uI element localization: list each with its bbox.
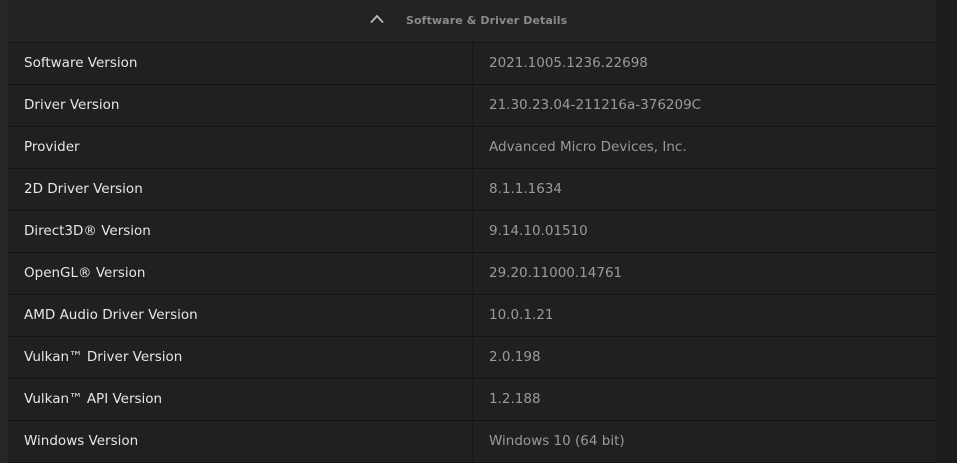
detail-row: Software Version 2021.1005.1236.22698 — [8, 43, 936, 85]
row-value: 29.20.11000.14761 — [489, 265, 623, 281]
detail-row: Vulkan™ Driver Version 2.0.198 — [8, 337, 936, 379]
column-divider — [472, 43, 473, 84]
section-title: Software & Driver Details — [406, 14, 568, 27]
column-divider — [472, 253, 473, 294]
app-window: Software & Driver Details Software Versi… — [0, 0, 957, 463]
column-divider — [472, 211, 473, 252]
row-value: 2021.1005.1236.22698 — [489, 55, 648, 71]
column-divider — [472, 379, 473, 420]
row-label: Software Version — [24, 55, 138, 71]
detail-row: Windows Version Windows 10 (64 bit) — [8, 421, 936, 463]
detail-row: Provider Advanced Micro Devices, Inc. — [8, 127, 936, 169]
row-value: 10.0.1.21 — [489, 307, 554, 323]
column-divider — [472, 421, 473, 462]
column-divider — [472, 85, 473, 126]
detail-row: OpenGL® Version 29.20.11000.14761 — [8, 253, 936, 295]
row-value: 1.2.188 — [489, 391, 541, 407]
detail-row: 2D Driver Version 8.1.1.1634 — [8, 169, 936, 211]
row-value: Windows 10 (64 bit) — [489, 433, 625, 449]
section-header-toggle[interactable]: Software & Driver Details — [8, 0, 936, 43]
row-value: 2.0.198 — [489, 349, 541, 365]
row-value: 9.14.10.01510 — [489, 223, 588, 239]
column-divider — [472, 337, 473, 378]
detail-row: Direct3D® Version 9.14.10.01510 — [8, 211, 936, 253]
left-edge — [0, 0, 8, 463]
column-divider — [472, 295, 473, 336]
row-value: 8.1.1.1634 — [489, 181, 562, 197]
chevron-up-icon — [370, 14, 384, 24]
right-edge — [936, 0, 957, 463]
detail-row: AMD Audio Driver Version 10.0.1.21 — [8, 295, 936, 337]
detail-row: Driver Version 21.30.23.04-211216a-37620… — [8, 85, 936, 127]
row-label: Driver Version — [24, 97, 120, 113]
row-label: AMD Audio Driver Version — [24, 307, 198, 323]
row-value: Advanced Micro Devices, Inc. — [489, 139, 687, 155]
row-label: Direct3D® Version — [24, 223, 151, 239]
row-label: Provider — [24, 139, 80, 155]
row-label: 2D Driver Version — [24, 181, 143, 197]
software-driver-details-panel: Software & Driver Details Software Versi… — [8, 0, 936, 463]
detail-row: Vulkan™ API Version 1.2.188 — [8, 379, 936, 421]
column-divider — [472, 127, 473, 168]
row-label: Vulkan™ Driver Version — [24, 349, 183, 365]
row-label: OpenGL® Version — [24, 265, 146, 281]
row-label: Windows Version — [24, 433, 139, 449]
row-value: 21.30.23.04-211216a-376209C — [489, 97, 702, 113]
column-divider — [472, 169, 473, 210]
row-label: Vulkan™ API Version — [24, 391, 163, 407]
details-table: Software Version 2021.1005.1236.22698 Dr… — [8, 43, 936, 463]
